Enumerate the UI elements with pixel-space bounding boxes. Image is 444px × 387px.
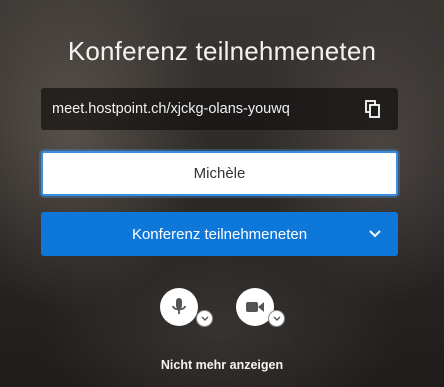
camera-icon	[246, 302, 264, 312]
meeting-url-bar: meet.hostpoint.ch/xjckg-olans-youwq	[41, 88, 398, 130]
join-conference-button[interactable]: Konferenz teilnehmeneten	[41, 212, 398, 256]
chevron-down-icon	[369, 230, 381, 238]
meeting-url-text: meet.hostpoint.ch/xjckg-olans-youwq	[52, 101, 290, 117]
microphone-icon	[172, 298, 186, 314]
join-options-dropdown[interactable]	[368, 227, 382, 241]
copy-link-button[interactable]	[362, 98, 384, 120]
display-name-input[interactable]	[41, 151, 398, 196]
chevron-down-icon	[273, 316, 280, 321]
camera-options-button[interactable]	[268, 310, 285, 327]
page-title: Konferenz teilnehmeneten	[67, 36, 377, 66]
join-conference-label: Konferenz teilnehmeneten	[131, 225, 308, 243]
microphone-toggle-button[interactable]	[160, 288, 198, 326]
copy-icon	[365, 100, 380, 118]
microphone-options-button[interactable]	[196, 310, 213, 327]
chevron-down-icon	[201, 316, 208, 321]
dont-show-again-link[interactable]: Nicht mehr anzeigen	[0, 358, 444, 372]
